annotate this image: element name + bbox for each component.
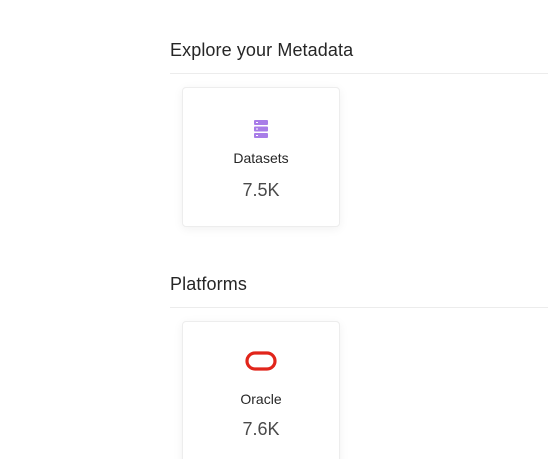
oracle-logo-icon	[245, 351, 277, 376]
explore-divider	[170, 73, 548, 74]
home-page: Explore your Metadata Datasets 7.5K Plat…	[0, 0, 548, 459]
datasets-card-count: 7.5K	[242, 180, 280, 200]
oracle-platform-card[interactable]: Oracle 7.6K	[182, 321, 340, 459]
platforms-title: Platforms	[170, 274, 247, 294]
oracle-card-label: Oracle	[240, 391, 282, 407]
explore-metadata-title: Explore your Metadata	[170, 40, 354, 60]
datasets-card-label: Datasets	[233, 150, 289, 166]
datasets-card[interactable]: Datasets 7.5K	[182, 87, 340, 227]
database-icon	[254, 120, 268, 143]
platforms-divider	[170, 307, 548, 308]
oracle-card-count: 7.6K	[242, 419, 280, 439]
